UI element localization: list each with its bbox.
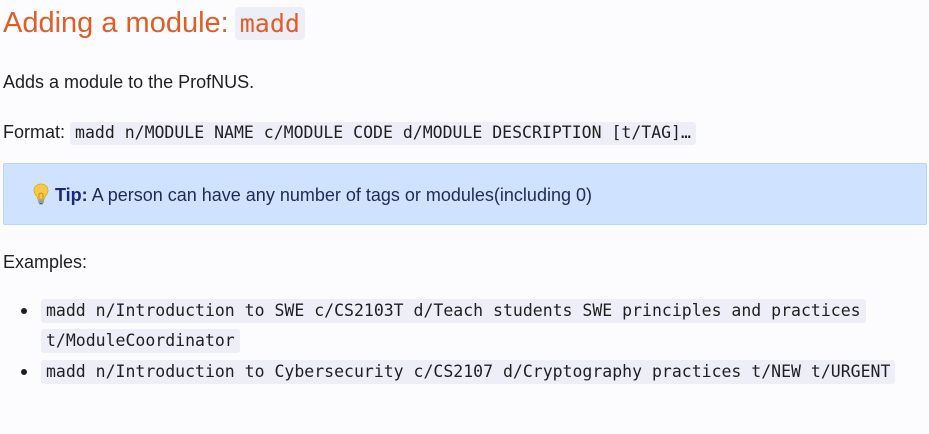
format-line: Format: madd n/MODULE NAME c/MODULE CODE… <box>3 120 696 145</box>
example-item: madd n/Introduction to SWE c/CS2103T d/T… <box>21 296 929 356</box>
bullet-icon <box>21 369 27 375</box>
section-heading: Adding a module: madd <box>3 3 305 44</box>
example-item: madd n/Introduction to Cybersecurity c/C… <box>21 357 929 387</box>
lightbulb-icon <box>33 183 49 205</box>
example-code: madd n/Introduction to Cybersecurity c/C… <box>41 360 896 384</box>
tip-label: Tip: <box>55 185 88 205</box>
section-title: Adding a module: <box>3 7 229 39</box>
examples-label: Examples: <box>3 252 88 272</box>
format-label: Format: <box>3 122 66 142</box>
example-code: madd n/Introduction to SWE c/CS2103T d/T… <box>41 299 866 353</box>
tip-callout: Tip: A person can have any number of tag… <box>3 163 927 225</box>
tip-text: A person can have any number of tags or … <box>91 185 592 205</box>
examples-list: madd n/Introduction to SWE c/CS2103T d/T… <box>0 296 929 388</box>
document-page: Adding a module: madd Adds a module to th… <box>0 0 929 434</box>
command-description: Adds a module to the ProfNUS. <box>3 72 255 92</box>
format-syntax: madd n/MODULE NAME c/MODULE CODE d/MODUL… <box>70 122 696 145</box>
tip-content: Tip: A person can have any number of tag… <box>33 183 592 207</box>
command-code: madd <box>234 7 305 40</box>
bullet-icon <box>21 308 27 314</box>
